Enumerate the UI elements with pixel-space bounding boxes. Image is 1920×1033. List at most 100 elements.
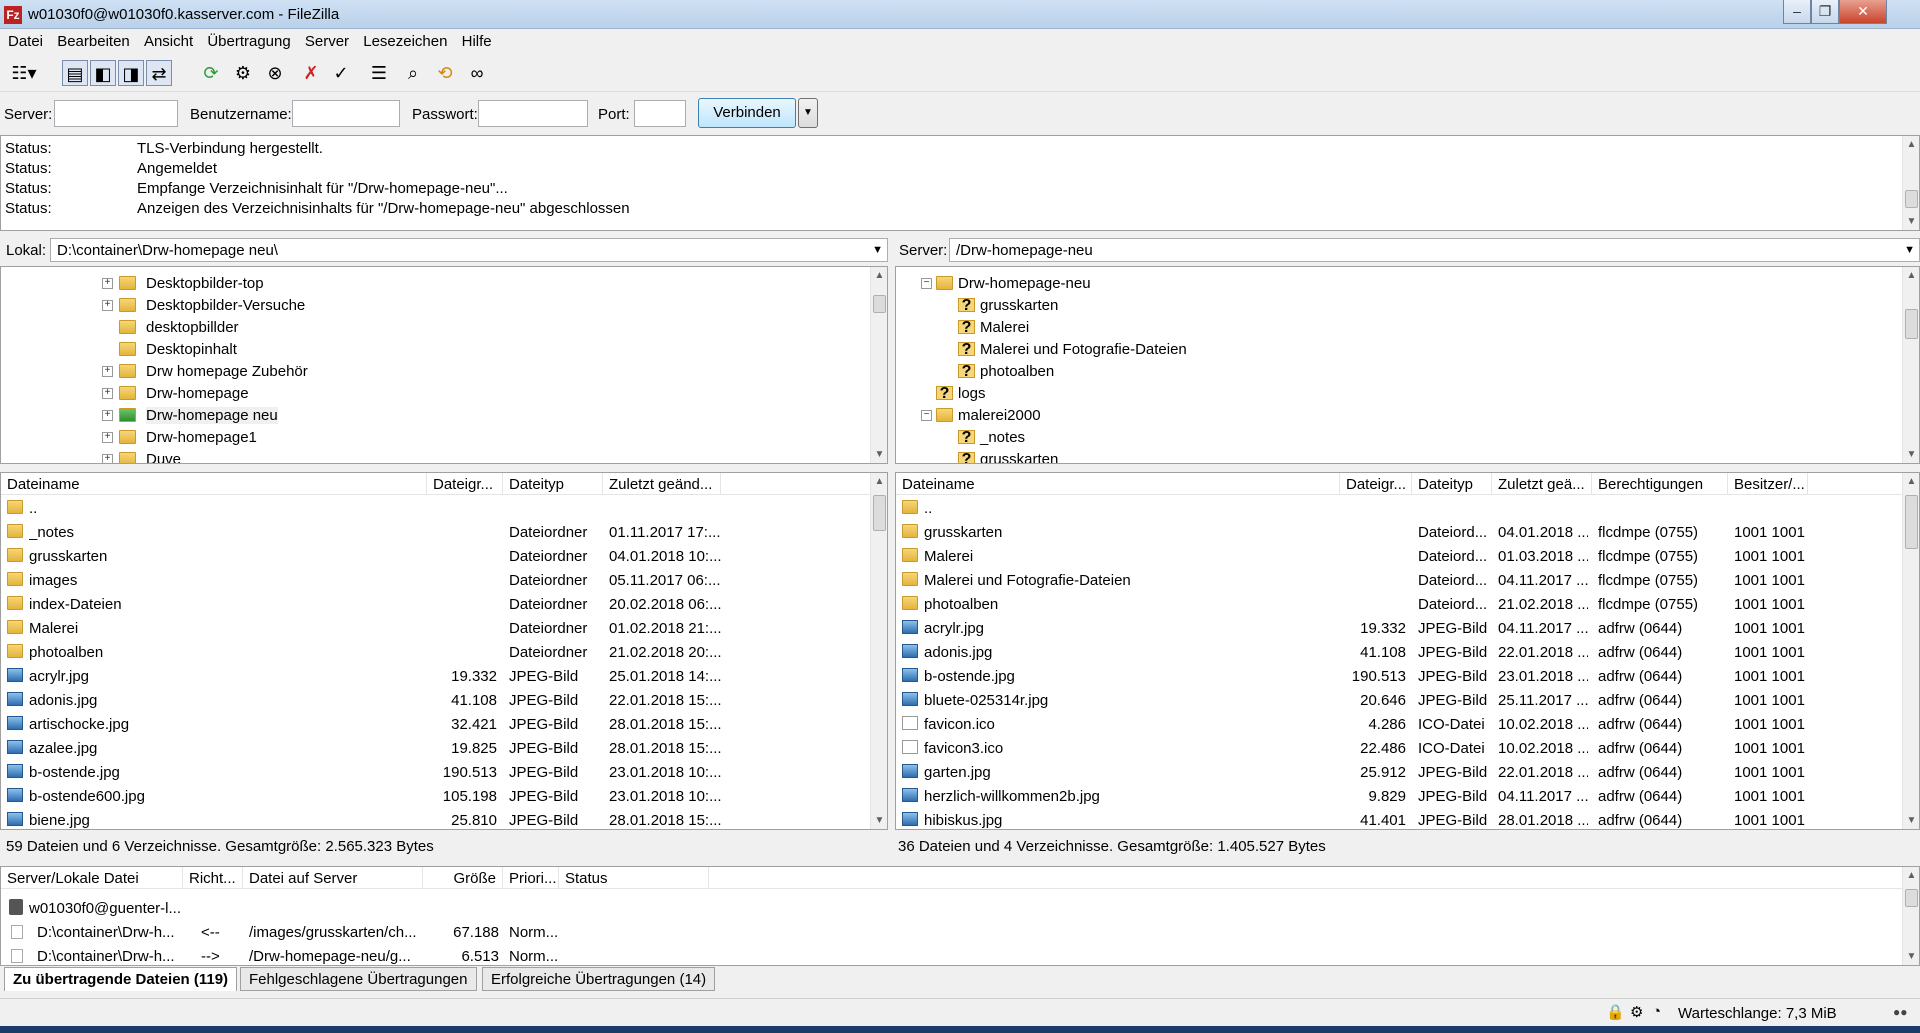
file-row[interactable]: biene.jpg 25.810 JPEG-Bild 28.01.2018 15:..…	[1, 809, 887, 829]
file-row[interactable]: favicon3.ico 22.486 ICO-Datei 10.02.2018 ..…	[896, 737, 1919, 761]
toggle-local-tree-icon[interactable]: ◧	[90, 60, 116, 86]
tree-item[interactable]: ? grusskarten	[896, 449, 1896, 463]
quickconnect-history-dropdown[interactable]: ▼	[798, 98, 818, 128]
port-input[interactable]	[634, 100, 686, 127]
queue-row[interactable]: D:\container\Drw-h... <-- /images/grussk…	[1, 921, 1919, 945]
tree-item[interactable]: − malerei2000	[896, 405, 1896, 427]
tree-item[interactable]: ? Malerei und Fotografie-Dateien	[896, 339, 1896, 361]
tree-item[interactable]: Desktopinhalt	[1, 339, 861, 361]
file-row[interactable]: b-ostende.jpg 190.513 JPEG-Bild 23.01.2018 …	[1, 761, 887, 785]
menu-server[interactable]: Server	[297, 31, 349, 50]
queue-server-row[interactable]: w01030f0@guenter-l...	[1, 897, 1919, 921]
expand-icon[interactable]: +	[102, 432, 113, 443]
local-tree-scrollbar[interactable]: ▲ ▼	[870, 267, 887, 463]
expand-icon[interactable]: +	[102, 454, 113, 463]
tree-item[interactable]: + Drw homepage Zubehör	[1, 361, 861, 383]
tree-item[interactable]: − Drw-homepage-neu	[896, 273, 1896, 295]
scroll-up-icon[interactable]: ▲	[1903, 267, 1919, 284]
tree-item[interactable]: ? logs	[896, 383, 1896, 405]
file-row[interactable]: acrylr.jpg 19.332 JPEG-Bild 04.11.2017 ... a…	[896, 617, 1919, 641]
file-row[interactable]: grusskarten Dateiord... 04.01.2018 ... flcd…	[896, 521, 1919, 545]
refresh-icon[interactable]: ⟳	[198, 60, 224, 86]
col-type[interactable]: Dateityp	[1412, 473, 1492, 495]
file-row[interactable]: Malerei und Fotografie-Dateien Dateiord..…	[896, 569, 1919, 593]
remote-path-combo[interactable]: /Drw-homepage-neu ▼	[949, 238, 1920, 262]
file-row[interactable]: images Dateiordner 05.11.2017 06:...	[1, 569, 887, 593]
tab-successful-transfers[interactable]: Erfolgreiche Übertragungen (14)	[482, 967, 716, 991]
reconnect-icon[interactable]: ✓	[328, 60, 354, 86]
file-row[interactable]: favicon.ico 4.286 ICO-Datei 10.02.2018 ... a…	[896, 713, 1919, 737]
scroll-thumb[interactable]	[873, 495, 886, 531]
col-type[interactable]: Dateityp	[503, 473, 603, 495]
file-row[interactable]: b-ostende.jpg 190.513 JPEG-Bild 23.01.2018 …	[896, 665, 1919, 689]
col-size[interactable]: Größe	[423, 867, 503, 889]
collapse-icon[interactable]: −	[921, 410, 932, 421]
tree-item[interactable]: ? _notes	[896, 427, 1896, 449]
sync-browsing-icon[interactable]: ⟲	[432, 60, 458, 86]
scroll-down-icon[interactable]: ▼	[871, 812, 887, 829]
scroll-down-icon[interactable]: ▼	[1903, 446, 1919, 463]
scroll-thumb[interactable]	[1905, 309, 1918, 339]
col-owner[interactable]: Besitzer/...	[1728, 473, 1808, 495]
search-files-icon[interactable]: ∞	[464, 60, 490, 86]
expand-icon[interactable]: +	[102, 278, 113, 289]
local-path-combo[interactable]: D:\container\Drw-homepage neu\ ▼	[50, 238, 888, 262]
col-direction[interactable]: Richt...	[183, 867, 243, 889]
compare-directories-icon[interactable]: ⌕	[400, 60, 426, 86]
scroll-thumb[interactable]	[873, 295, 886, 313]
col-local-file[interactable]: Server/Lokale Datei	[1, 867, 183, 889]
tree-item[interactable]: + Desktopbilder-Versuche	[1, 295, 861, 317]
file-row[interactable]: artischocke.jpg 32.421 JPEG-Bild 28.01.2018…	[1, 713, 887, 737]
scroll-thumb[interactable]	[1905, 190, 1918, 208]
tree-item[interactable]: ? photoalben	[896, 361, 1896, 383]
directory-filter-icon[interactable]: ☰	[366, 60, 392, 86]
file-row[interactable]: b-ostende600.jpg 105.198 JPEG-Bild 23.01.20…	[1, 785, 887, 809]
close-button[interactable]: ✕	[1839, 0, 1887, 24]
local-list-scrollbar[interactable]: ▲ ▼	[870, 473, 887, 829]
file-row[interactable]: acrylr.jpg 19.332 JPEG-Bild 25.01.2018 14:.…	[1, 665, 887, 689]
expand-icon[interactable]: +	[102, 300, 113, 311]
remote-list-scrollbar[interactable]: ▲ ▼	[1902, 473, 1919, 829]
scroll-down-icon[interactable]: ▼	[1903, 812, 1919, 829]
col-status[interactable]: Status	[559, 867, 709, 889]
cancel-operation-icon[interactable]: ⊗	[262, 60, 288, 86]
expand-icon[interactable]: +	[102, 410, 113, 421]
menu-datei[interactable]: Datei	[0, 31, 43, 50]
remote-tree-scrollbar[interactable]: ▲ ▼	[1902, 267, 1919, 463]
menu-hilfe[interactable]: Hilfe	[454, 31, 492, 50]
file-row[interactable]: hibiskus.jpg 41.401 JPEG-Bild 28.01.2018 ..…	[896, 809, 1919, 829]
col-filename[interactable]: Dateiname	[896, 473, 1340, 495]
file-row[interactable]: ..	[896, 497, 1919, 521]
col-filename[interactable]: Dateiname	[1, 473, 427, 495]
col-permissions[interactable]: Berechtigungen	[1592, 473, 1728, 495]
menu-ansicht[interactable]: Ansicht	[136, 31, 193, 50]
tree-item[interactable]: + Duve	[1, 449, 861, 463]
minimize-button[interactable]: –	[1783, 0, 1811, 24]
file-row[interactable]: adonis.jpg 41.108 JPEG-Bild 22.01.2018 ... a…	[896, 641, 1919, 665]
tree-item[interactable]: + Drw-homepage	[1, 383, 861, 405]
col-modified[interactable]: Zuletzt geä...	[1492, 473, 1592, 495]
scroll-down-icon[interactable]: ▼	[1903, 948, 1919, 965]
col-priority[interactable]: Priori...	[503, 867, 559, 889]
process-queue-icon[interactable]: ⚙	[230, 60, 256, 86]
expand-icon[interactable]: +	[102, 388, 113, 399]
col-modified[interactable]: Zuletzt geänd...	[603, 473, 721, 495]
site-manager-icon[interactable]: ☷▾	[4, 60, 44, 86]
file-row[interactable]: azalee.jpg 19.825 JPEG-Bild 28.01.2018 15:.…	[1, 737, 887, 761]
scroll-down-icon[interactable]: ▼	[1903, 213, 1919, 230]
toggle-message-log-icon[interactable]: ▤	[62, 60, 88, 86]
file-row[interactable]: Malerei Dateiord... 01.03.2018 ... flcdmpe …	[896, 545, 1919, 569]
scroll-up-icon[interactable]: ▲	[1903, 867, 1919, 884]
file-row[interactable]: adonis.jpg 41.108 JPEG-Bild 22.01.2018 15:.…	[1, 689, 887, 713]
toggle-transfer-queue-icon[interactable]: ⇄	[146, 60, 172, 86]
scroll-thumb[interactable]	[1905, 889, 1918, 907]
scroll-up-icon[interactable]: ▲	[1903, 473, 1919, 490]
scroll-thumb[interactable]	[1905, 495, 1918, 549]
log-scrollbar[interactable]: ▲ ▼	[1902, 136, 1919, 230]
scroll-up-icon[interactable]: ▲	[871, 267, 887, 284]
col-remote-file[interactable]: Datei auf Server	[243, 867, 423, 889]
expand-icon[interactable]: +	[102, 366, 113, 377]
file-row[interactable]: ..	[1, 497, 887, 521]
tree-item[interactable]: + Drw-homepage1	[1, 427, 861, 449]
scroll-up-icon[interactable]: ▲	[1903, 136, 1919, 153]
